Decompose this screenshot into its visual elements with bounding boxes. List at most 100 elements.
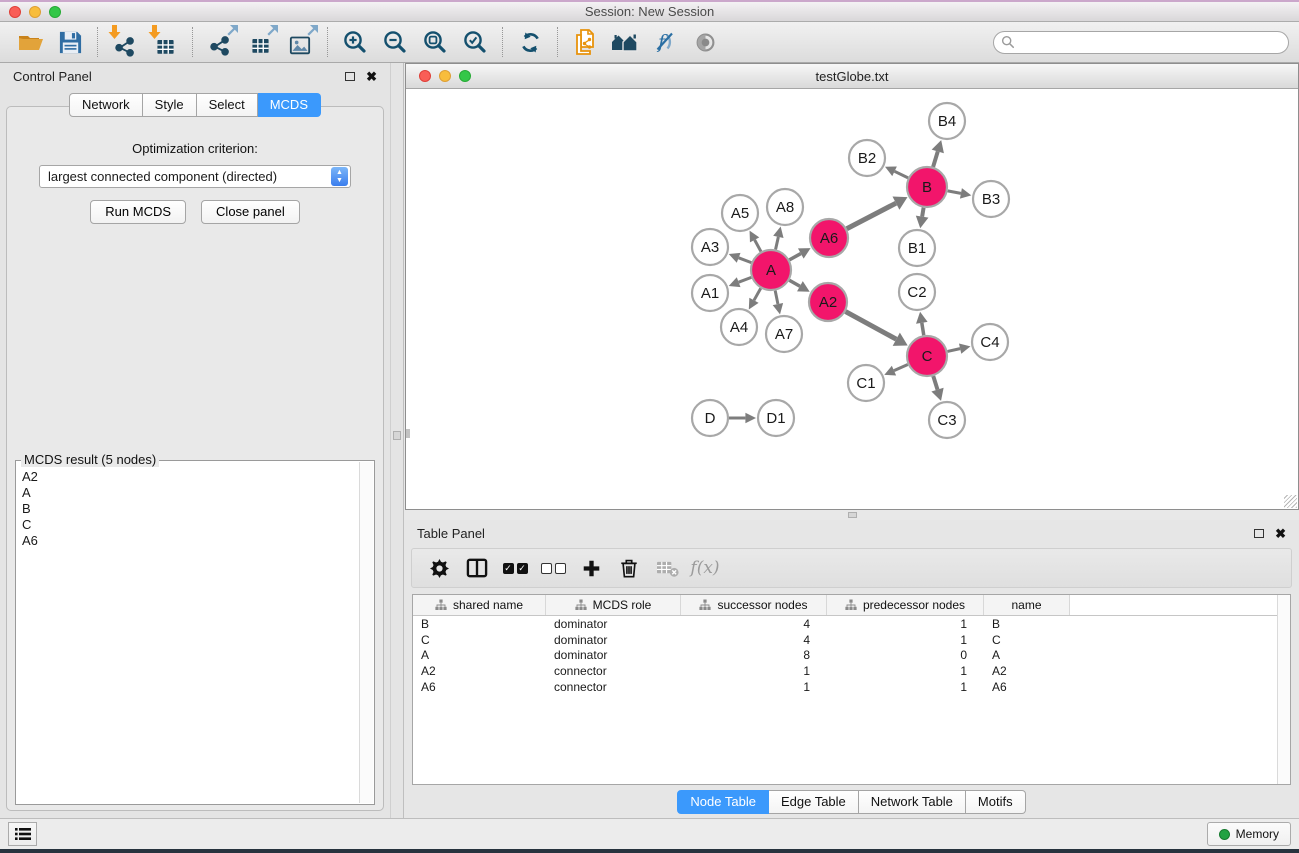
criterion-select[interactable]: largest connected component (directed) ▲… xyxy=(39,165,351,188)
tab-select[interactable]: Select xyxy=(197,93,258,117)
table-cell[interactable]: B xyxy=(984,617,1070,631)
table-row[interactable]: Adominator80A xyxy=(413,648,1290,664)
column-header-predecessor-nodes[interactable]: predecessor nodes xyxy=(827,595,984,615)
graph-edge-A-A7 xyxy=(775,291,778,304)
maximize-window-icon[interactable] xyxy=(49,6,61,18)
table-cell[interactable]: 1 xyxy=(681,664,827,678)
table-cell[interactable]: dominator xyxy=(546,633,681,647)
table-row[interactable]: A2connector11A2 xyxy=(413,663,1290,679)
table-cell[interactable]: dominator xyxy=(546,648,681,662)
delete-table-button[interactable] xyxy=(648,551,686,585)
table-cell[interactable]: 1 xyxy=(827,664,984,678)
table-scrollbar[interactable] xyxy=(1277,595,1290,784)
table-cell[interactable]: 4 xyxy=(681,617,827,631)
memory-button[interactable]: Memory xyxy=(1207,822,1291,846)
save-session-button[interactable] xyxy=(50,25,90,59)
table-cell[interactable]: C xyxy=(413,633,546,647)
table-cell[interactable]: 4 xyxy=(681,633,827,647)
mcds-result-item[interactable]: B xyxy=(17,501,358,517)
network-from-clipboard-button[interactable] xyxy=(565,25,605,59)
import-network-button[interactable] xyxy=(105,25,145,59)
export-network-button[interactable] xyxy=(200,25,240,59)
zoom-in-button[interactable] xyxy=(335,25,375,59)
minimize-window-icon[interactable] xyxy=(29,6,41,18)
float-panel-icon[interactable] xyxy=(345,72,355,81)
close-panel-icon[interactable]: ✖ xyxy=(1275,529,1286,539)
network-graph[interactable]: AA1A2A3A4A5A6A7A8BB1B2B3B4CC1C2C3C4DD1 xyxy=(406,89,1298,509)
show-graphics-details-button[interactable] xyxy=(685,25,725,59)
table-cell[interactable]: A6 xyxy=(413,680,546,694)
table-settings-button[interactable] xyxy=(420,551,458,585)
search-box[interactable] xyxy=(993,31,1289,54)
splitter-handle-icon[interactable] xyxy=(393,431,401,440)
table-cell[interactable]: C xyxy=(984,633,1070,647)
table-row[interactable]: A6connector11A6 xyxy=(413,679,1290,695)
table-cell[interactable]: connector xyxy=(546,680,681,694)
window-splitter[interactable] xyxy=(404,510,1299,520)
zoom-fit-button[interactable] xyxy=(415,25,455,59)
zoom-out-button[interactable] xyxy=(375,25,415,59)
table-cell[interactable]: 0 xyxy=(827,648,984,662)
select-all-columns-button[interactable]: ✓✓ xyxy=(496,551,534,585)
table-cell[interactable]: A2 xyxy=(413,664,546,678)
table-cell[interactable]: dominator xyxy=(546,617,681,631)
panel-splitter[interactable] xyxy=(390,63,404,818)
minimize-network-icon[interactable] xyxy=(439,70,451,82)
table-cell[interactable]: 1 xyxy=(827,633,984,647)
delete-columns-button[interactable] xyxy=(610,551,648,585)
home-button[interactable] xyxy=(605,25,645,59)
import-table-button[interactable] xyxy=(145,25,185,59)
column-header-successor-nodes[interactable]: successor nodes xyxy=(681,595,827,615)
zoom-selected-button[interactable] xyxy=(455,25,495,59)
close-panel-icon[interactable]: ✖ xyxy=(366,72,377,82)
table-cell[interactable]: connector xyxy=(546,664,681,678)
window-resize-grip[interactable] xyxy=(1284,495,1297,508)
mcds-result-item[interactable]: C xyxy=(17,517,358,533)
table-cell[interactable]: A2 xyxy=(984,664,1070,678)
tab-mcds[interactable]: MCDS xyxy=(258,93,321,117)
open-session-button[interactable] xyxy=(10,25,50,59)
export-table-button[interactable] xyxy=(240,25,280,59)
deselect-all-columns-button[interactable] xyxy=(534,551,572,585)
column-header-MCDS-role[interactable]: MCDS role xyxy=(546,595,681,615)
tab-network[interactable]: Network xyxy=(69,93,143,117)
export-image-button[interactable] xyxy=(280,25,320,59)
show-column-panel-button[interactable] xyxy=(458,551,496,585)
close-network-icon[interactable] xyxy=(419,70,431,82)
mcds-result-item[interactable]: A6 xyxy=(17,533,358,549)
table-cell[interactable]: A xyxy=(413,648,546,662)
table-cell[interactable]: 1 xyxy=(681,680,827,694)
mcds-result-item[interactable]: A xyxy=(17,485,358,501)
float-panel-icon[interactable] xyxy=(1254,529,1264,538)
tab-edge-table[interactable]: Edge Table xyxy=(769,790,859,814)
table-toolbar: ✓✓ f(x) xyxy=(411,548,1292,588)
table-cell[interactable]: 1 xyxy=(827,680,984,694)
network-canvas[interactable]: AA1A2A3A4A5A6A7A8BB1B2B3B4CC1C2C3C4DD1 xyxy=(406,89,1298,509)
search-input[interactable] xyxy=(1015,35,1284,49)
tab-motifs[interactable]: Motifs xyxy=(966,790,1026,814)
maximize-network-icon[interactable] xyxy=(459,70,471,82)
tab-network-table[interactable]: Network Table xyxy=(859,790,966,814)
table-row[interactable]: Bdominator41B xyxy=(413,616,1290,632)
tab-style[interactable]: Style xyxy=(143,93,197,117)
table-cell[interactable]: 1 xyxy=(827,617,984,631)
run-mcds-button[interactable]: Run MCDS xyxy=(90,200,186,224)
create-column-button[interactable] xyxy=(572,551,610,585)
refresh-layout-button[interactable] xyxy=(510,25,550,59)
mcds-result-item[interactable]: A2 xyxy=(17,469,358,485)
tab-node-table[interactable]: Node Table xyxy=(677,790,769,814)
hide-graphics-details-button[interactable]: f xyxy=(645,25,685,59)
table-cell[interactable]: 8 xyxy=(681,648,827,662)
splitter-handle-icon[interactable] xyxy=(848,512,857,518)
close-window-icon[interactable] xyxy=(9,6,21,18)
table-cell[interactable]: A6 xyxy=(984,680,1070,694)
table-cell[interactable]: B xyxy=(413,617,546,631)
function-builder-button[interactable]: f(x) xyxy=(686,551,724,585)
task-history-button[interactable] xyxy=(8,822,37,846)
table-cell[interactable]: A xyxy=(984,648,1070,662)
result-scrollbar[interactable] xyxy=(359,462,373,803)
column-header-name[interactable]: name xyxy=(984,595,1070,615)
table-row[interactable]: Cdominator41C xyxy=(413,632,1290,648)
close-panel-button[interactable]: Close panel xyxy=(201,200,300,224)
column-header-shared-name[interactable]: shared name xyxy=(413,595,546,615)
